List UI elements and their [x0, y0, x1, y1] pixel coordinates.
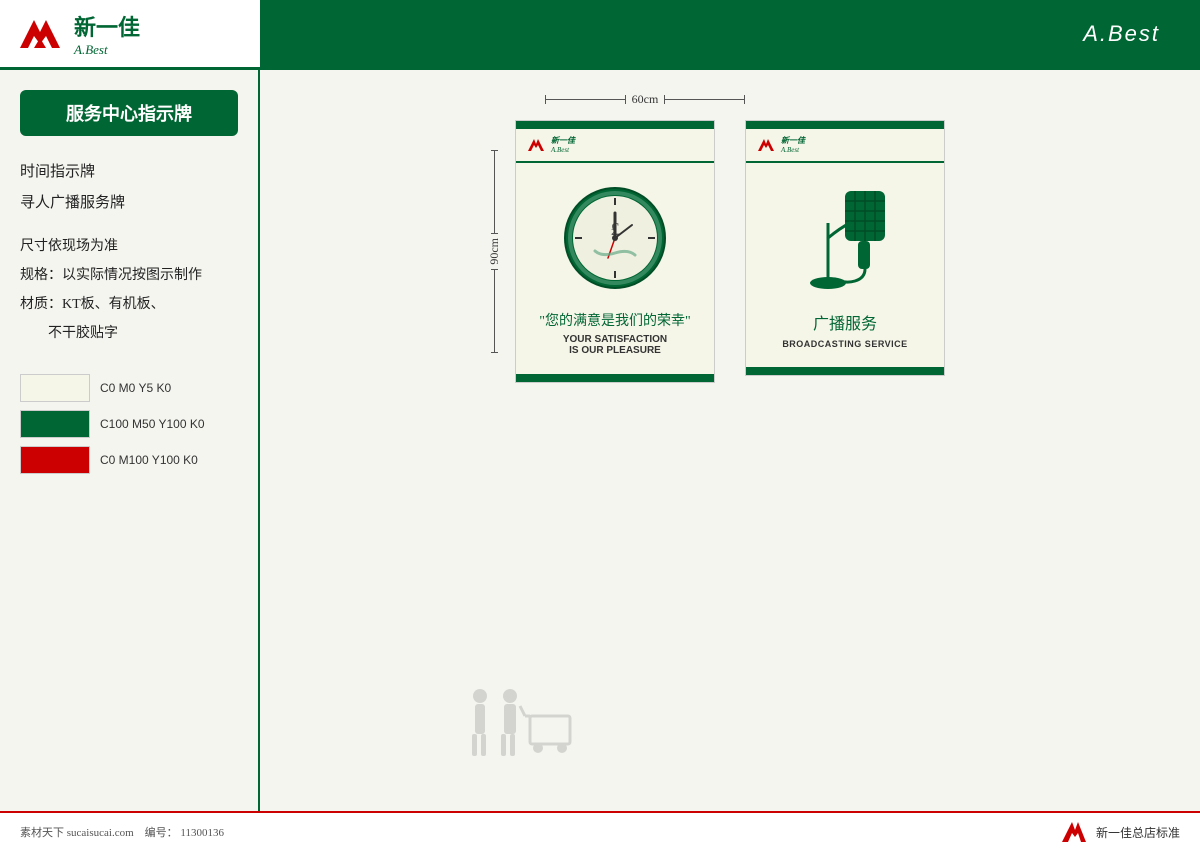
bottom-left-text: 素材天下 sucaisucai.com 编号： 11300136	[20, 824, 224, 840]
sign2-card: 新一佳 A.Best	[745, 120, 945, 376]
quote-close: "	[685, 314, 691, 329]
sign1-footer-bar	[516, 374, 714, 382]
bottom-right: 新一佳总店标准	[1060, 818, 1180, 846]
sign2-body: 广播服务 BROADCASTING SERVICE	[746, 163, 944, 367]
header: 新一佳 A.Best A.Best	[0, 0, 1200, 70]
swatch-red	[20, 446, 90, 474]
logo-en: A.Best	[74, 42, 140, 58]
shopping-figures	[460, 681, 580, 766]
sidebar-items: 时间指示牌 寻人广播服务牌	[20, 160, 238, 212]
mic-illustration	[790, 183, 900, 298]
swatch-label-1: C0 M0 Y5 K0	[100, 381, 171, 395]
source-label: 素材天下 sucaisucai.com	[20, 827, 134, 839]
sign2-en-text: BROADCASTING SERVICE	[782, 339, 907, 349]
swatch-green	[20, 410, 90, 438]
sign1-card: 新一佳 A.Best	[515, 120, 715, 383]
sidebar-title-box: 服务中心指示牌	[20, 90, 238, 136]
bottom-bar: 素材天下 sucaisucai.com 编号： 11300136 新一佳总店标准	[0, 811, 1200, 851]
dim-width-label: 60cm	[626, 92, 665, 107]
sidebar-item-broadcast: 寻人广播服务牌	[20, 191, 238, 212]
logo-icon	[16, 10, 64, 58]
dim-height: 90cm	[487, 150, 502, 353]
code-label: 编号：	[145, 827, 178, 839]
header-title-bar: A.Best	[260, 0, 1200, 67]
code-value: 11300136	[180, 827, 224, 839]
bottom-logo-icon	[1060, 818, 1088, 846]
swatch-cream	[20, 374, 90, 402]
sign1-cn-text: 您的满意是我们的荣幸	[545, 314, 685, 329]
sidebar-item-time: 时间指示牌	[20, 160, 238, 181]
sign1-logo-text: 新一佳 A.Best	[551, 136, 575, 154]
logo-text: 新一佳 A.Best	[74, 10, 140, 58]
logo-cn: 新一佳	[74, 10, 140, 42]
sign2-cn-text: 广播服务	[813, 310, 877, 334]
sidebar: 服务中心指示牌 时间指示牌 寻人广播服务牌 尺寸依现场为准 规格：以实际情况按图…	[0, 70, 260, 811]
logo-area: 新一佳 A.Best	[0, 0, 260, 67]
sign1-cn-quote: "您的满意是我们的荣幸"	[539, 310, 690, 330]
dim-height-label: 90cm	[487, 234, 502, 269]
header-title: A.Best	[1083, 21, 1160, 47]
bottom-brand-text: 新一佳总店标准	[1096, 824, 1180, 841]
sign2-logo-text: 新一佳 A.Best	[781, 136, 805, 154]
sign2-logo-icon	[756, 135, 776, 155]
swatch-row-3: C0 M100 Y100 K0	[20, 446, 238, 474]
sign1-en2: IS OUR PLEASURE	[569, 345, 661, 356]
sign1-logo-strip: 新一佳 A.Best	[516, 129, 714, 163]
color-swatches: C0 M0 Y5 K0 C100 M50 Y100 K0 C0 M100 Y10…	[20, 374, 238, 474]
sign1-logo-icon	[526, 135, 546, 155]
spec-material2: 不干胶贴字	[20, 323, 238, 344]
swatch-label-2: C100 M50 Y100 K0	[100, 417, 205, 431]
swatch-row-1: C0 M0 Y5 K0	[20, 374, 238, 402]
sign1-wrapper: 90cm 新一佳 A.Best	[515, 120, 715, 383]
sidebar-title: 服务中心指示牌	[66, 104, 192, 124]
sign1-body: £	[516, 163, 714, 374]
swatch-row-2: C100 M50 Y100 K0	[20, 410, 238, 438]
sign2-logo-strip: 新一佳 A.Best	[746, 129, 944, 163]
swatch-label-3: C0 M100 Y100 K0	[100, 453, 198, 467]
spec-material1: 材质：KT板、有机板、	[20, 294, 238, 315]
clock-illustration: £	[560, 183, 670, 298]
sign2-wrapper: 新一佳 A.Best	[745, 120, 945, 376]
main-content: 服务中心指示牌 时间指示牌 寻人广播服务牌 尺寸依现场为准 规格：以实际情况按图…	[0, 70, 1200, 811]
sign2-header-bar	[746, 121, 944, 129]
sidebar-specs: 尺寸依现场为准 规格：以实际情况按图示制作 材质：KT板、有机板、 不干胶贴字	[20, 236, 238, 344]
sign1-header-bar	[516, 121, 714, 129]
signs-container: 60cm 90cm	[515, 120, 945, 383]
spec-format: 规格：以实际情况按图示制作	[20, 265, 238, 286]
sign1-en1: YOUR SATISFACTION	[563, 334, 667, 345]
sign2-footer-bar	[746, 367, 944, 375]
spec-size: 尺寸依现场为准	[20, 236, 238, 257]
sign-area: 60cm 90cm	[260, 70, 1200, 811]
